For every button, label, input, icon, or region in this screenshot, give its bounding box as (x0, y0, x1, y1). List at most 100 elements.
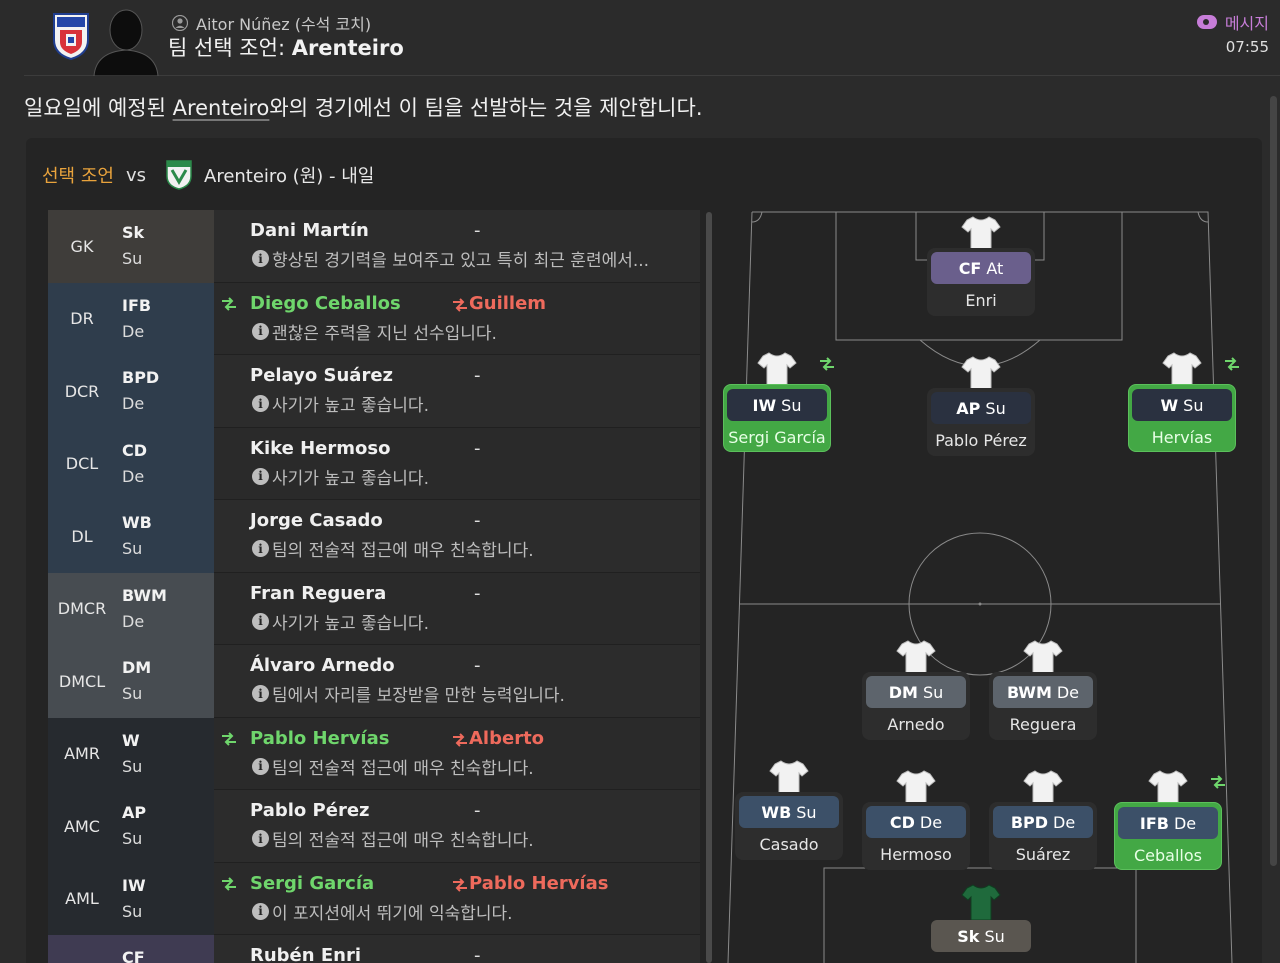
role-tag: BPD De (993, 806, 1093, 838)
position-code: DL (71, 526, 93, 546)
selection-row[interactable]: DCL CD De Kike Hermoso - i 사기가 높고 좋습니다. (48, 427, 700, 500)
selection-row[interactable]: AML IW Su Sergi García Pablo Hervías i 이 포지션에서… (48, 862, 700, 935)
player-name-link[interactable]: Pablo Pérez (250, 800, 370, 821)
advice-comment: i 괜찮은 주력을 지닌 선수입니다. (252, 319, 497, 344)
player-short-name: Pablo Pérez (935, 431, 1027, 450)
position-code: AMC (64, 816, 100, 836)
selection-row[interactable]: CF Rubén Enri - (48, 935, 700, 963)
selection-row[interactable]: DL WB Su Jorge Casado - i 팀의 전술적 접근에 매우 친숙합니다. (48, 500, 700, 573)
selection-row[interactable]: DCR BPD De Pelayo Suárez - i 사기가 높고 좋습니다. (48, 355, 700, 428)
selection-row[interactable]: DMCL DM Su Álvaro Arnedo - i 팀에서 자리를 보장받을 만한 능… (48, 645, 700, 718)
pitch-player-cf[interactable]: CF At Enri (926, 214, 1036, 316)
player-name-link[interactable]: Pelayo Suárez (250, 365, 393, 386)
info-icon: i (252, 830, 269, 847)
player-info: Pablo Pérez - i 팀의 전술적 접근에 매우 친숙합니다. (214, 790, 700, 863)
selection-row[interactable]: AMC AP Su Pablo Pérez - i 팀의 전술적 접근에 매우 친숙합니다. (48, 790, 700, 863)
replaced-player: - (474, 437, 481, 459)
swap-out-glyph (453, 732, 467, 747)
pitch-player-wb[interactable]: WB Su Casado (734, 758, 844, 860)
role-tag: CD De (866, 806, 966, 838)
player-name-link[interactable]: Sergi García (250, 873, 374, 894)
selection-row[interactable]: AMR W Su Pablo Hervías Alberto i 팀의 전술적 접근에 매우… (48, 717, 700, 790)
pitch-player-bpd[interactable]: BPD De Suárez (988, 768, 1098, 870)
replaced-player-link[interactable]: Guillem (469, 293, 546, 314)
pitch-player-cd[interactable]: CD De Hermoso (861, 768, 971, 870)
swap-in-glyph (222, 731, 236, 746)
role-label: BPD (122, 368, 160, 387)
pitch-player-dm[interactable]: DM Su Arnedo (861, 638, 971, 740)
player-card: IW Su Sergi García (723, 384, 831, 452)
player-short-name: Sergi García (728, 428, 826, 447)
vs-label: vs (125, 164, 146, 186)
player-name-link[interactable]: Diego Ceballos (250, 293, 401, 314)
player-name-link[interactable]: Dani Martín (250, 220, 369, 241)
pitch-player-w[interactable]: W Su Hervías (1127, 350, 1239, 452)
role-label: DM (122, 658, 152, 677)
player-short-name: Hermoso (880, 845, 952, 864)
player-card: WB Su Casado (735, 792, 843, 860)
role-label: IFB (122, 295, 152, 315)
messages-button[interactable]: 메시지 (1196, 10, 1269, 34)
info-icon: i (252, 757, 269, 775)
page-scrollbar[interactable] (1270, 96, 1277, 866)
player-short-name: Suárez (1015, 845, 1071, 864)
duty-label: De (122, 611, 145, 631)
advice-comment: i 팀에서 자리를 보장받을 만한 능력입니다. (252, 681, 565, 706)
role-tag: DM Su (866, 676, 966, 708)
pitch-player-gk[interactable]: Sk Su (926, 882, 1036, 958)
duty-label: Su (122, 249, 143, 268)
replaced-player: - (474, 365, 481, 386)
replaced-player-link[interactable]: Alberto (469, 728, 544, 749)
role-label: Sk (122, 223, 145, 242)
replaced-player: - (474, 945, 481, 963)
selection-row[interactable]: DR IFB De Diego Ceballos Guillem i 괜찮은 주력을 지닌 … (48, 282, 700, 355)
player-name-link[interactable]: Fran Reguera (250, 583, 386, 604)
player-name-link[interactable]: Álvaro Arnedo (250, 655, 395, 676)
position-cell: AMC AP Su (48, 790, 214, 863)
replaced-player-link[interactable]: Pablo Hervías (469, 873, 608, 894)
info-icon: i (252, 322, 269, 340)
position-cell: CF (48, 935, 214, 963)
position-code: DCR (64, 381, 100, 401)
duty-label: Su (122, 901, 143, 921)
role-label: IW (122, 875, 146, 895)
advice-comment: i 사기가 높고 좋습니다. (252, 464, 429, 489)
advice-comment: i이 포지션에서 뛰기에 익숙합니다. (252, 899, 513, 924)
pitch-player-ap[interactable]: AP Su Pablo Pérez (926, 354, 1036, 456)
position-cell: DL WB Su (48, 500, 214, 573)
club-crest-icon (53, 13, 89, 60)
position-code: AMR (64, 744, 100, 764)
player-name-link[interactable]: Kike Hermoso (250, 438, 390, 459)
pitch-player-bwm[interactable]: BWM De Reguera (988, 638, 1098, 740)
pitch-player-ifb[interactable]: IFB De Ceballos (1113, 768, 1225, 870)
swap-marker-icon (818, 356, 836, 371)
selection-advice-label: 선택 조언 (42, 166, 114, 187)
pitch-player-iw[interactable]: IW Su Sergi García (722, 350, 834, 452)
position-code: DMCL (58, 671, 106, 691)
player-info: Pablo Hervías Alberto i 팀의 전술적 접근에 매우 친숙합니다… (214, 717, 700, 790)
role-tag: IFB De (1118, 807, 1218, 839)
position-cell: DCR BPD De (48, 355, 214, 428)
duty-label: Su (122, 756, 143, 776)
advice-comment: i 사기가 높고 좋습니다. (252, 609, 429, 634)
role-label: CF (122, 948, 145, 963)
player-info: Dani Martín - i 향상된 경기력을 보여주고 있고 특히 최근 훈련에서… (214, 210, 700, 283)
opponent-link[interactable]: Arenteiro (173, 96, 270, 120)
position-cell: GK Sk Su (48, 210, 214, 283)
player-name-link[interactable]: Jorge Casado (250, 510, 383, 531)
swap-out-icon (451, 297, 469, 312)
position-code: GK (70, 236, 94, 256)
advice-comment: i 팀의 전술적 접근에 매우 친숙합니다. (252, 536, 534, 561)
duty-label: Su (122, 539, 143, 558)
player-card: AP Su Pablo Pérez (927, 388, 1035, 456)
player-name-link[interactable]: Rubén Enri (250, 945, 361, 963)
role-label: CD (122, 440, 148, 460)
swap-marker-icon (1209, 774, 1227, 789)
player-name-link[interactable]: Pablo Hervías (250, 728, 389, 749)
position-code: DMCR (57, 599, 107, 619)
selection-row[interactable]: GK Sk Su Dani Martín - i 향상된 경기력을 보여주고 있고 특히 최… (48, 210, 700, 283)
opponent-fixture[interactable]: Arenteiro (원) - 내일 (204, 162, 374, 188)
role-tag: AP Su (931, 392, 1031, 424)
position-code: DR (70, 309, 94, 329)
selection-row[interactable]: DMCR BWM De Fran Reguera - i 사기가 높고 좋습니다. (48, 572, 700, 645)
